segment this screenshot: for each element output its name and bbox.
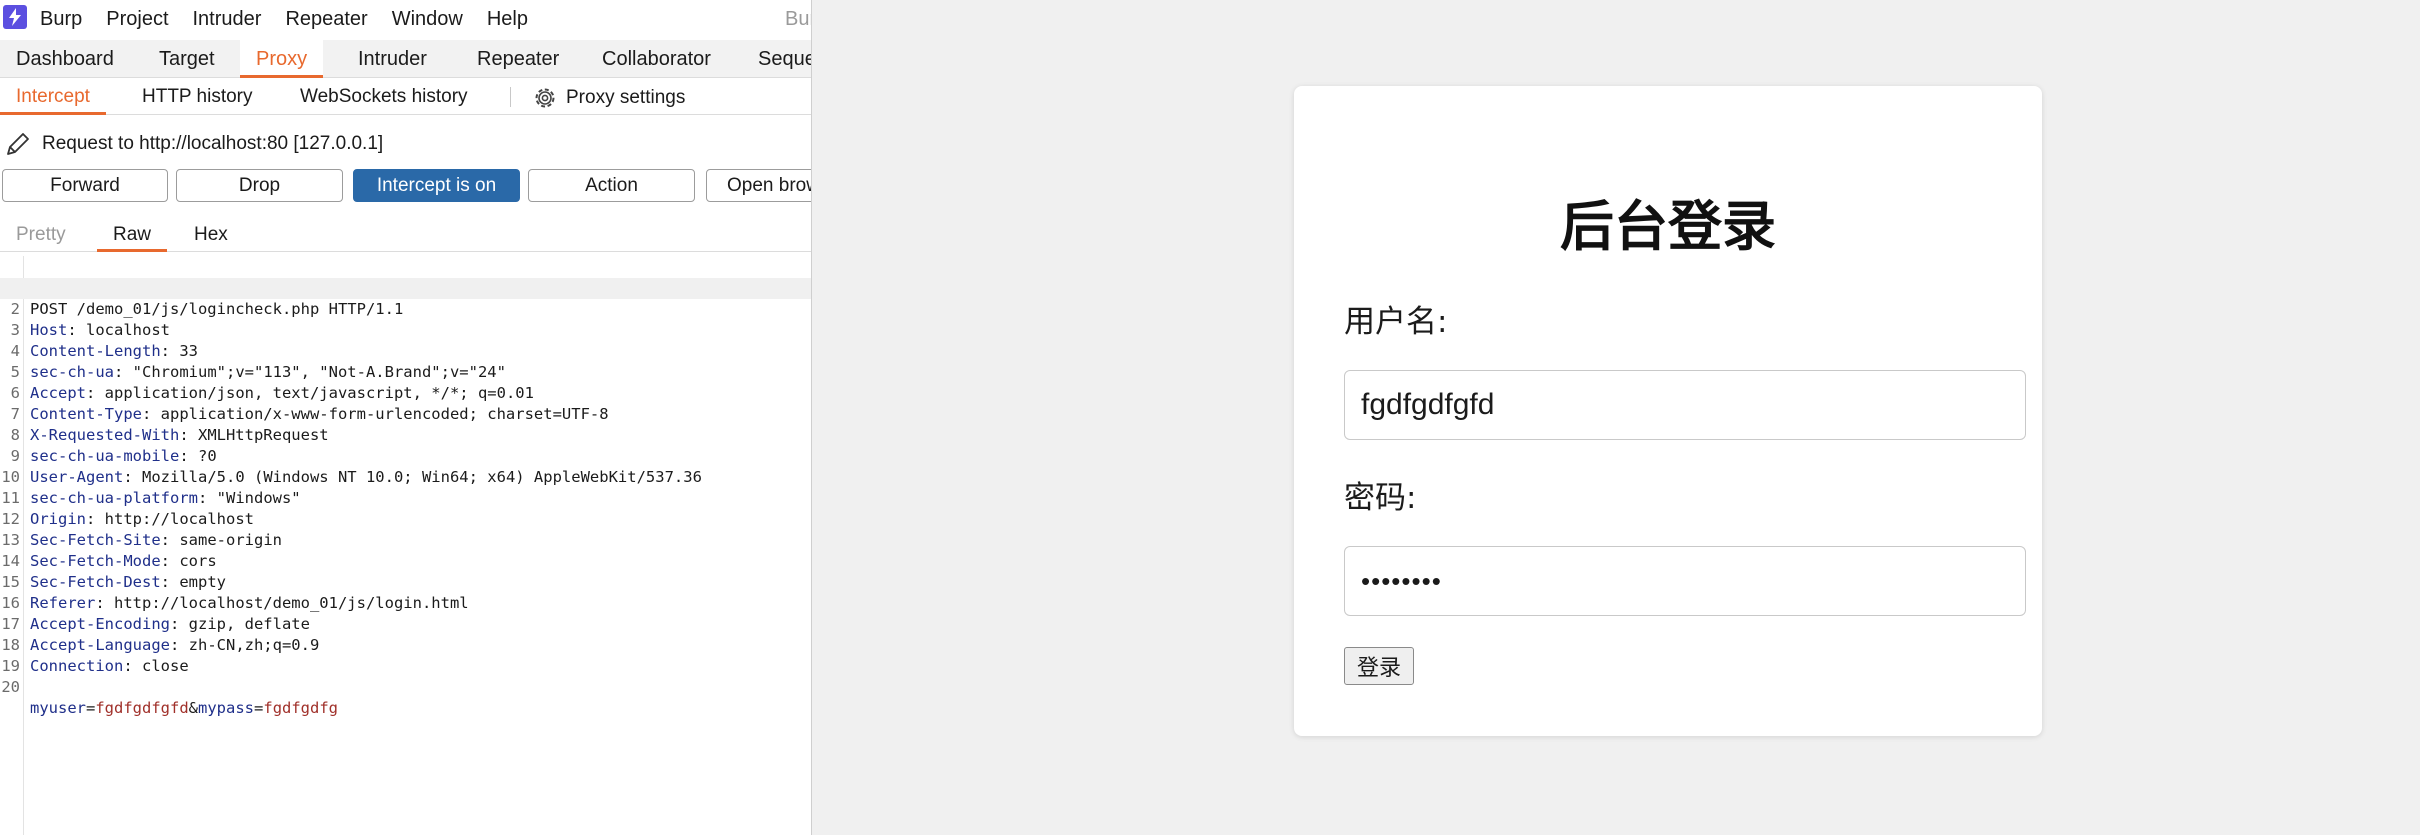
menu-intruder[interactable]: Intruder [193, 8, 262, 31]
menu-project[interactable]: Project [106, 8, 168, 31]
header-line: 17 Accept-Language: zh-CN,zh;q=0.9 [1, 615, 320, 654]
header-line: 18 Connection: close [1, 636, 189, 675]
open-browser-button[interactable]: Open brow [706, 169, 811, 202]
menu-burp[interactable]: Burp [40, 8, 82, 31]
menu-items: Burp Project Intruder Repeater Window He… [40, 0, 552, 38]
username-input[interactable]: fgdfgdfgfd [1344, 370, 2026, 440]
header-line: 4 sec-ch-ua: "Chromium";v="113", "Not-A.… [10, 342, 506, 381]
proxy-settings-label: Proxy settings [566, 87, 686, 108]
message-view-tabs: Pretty Raw Hex [0, 218, 811, 252]
burp-logo-icon [3, 5, 27, 29]
proxy-settings-button[interactable]: Proxy settings [532, 85, 685, 111]
header-line: 13 Sec-Fetch-Mode: cors [1, 531, 217, 570]
subtab-intercept[interactable]: Intercept [0, 79, 106, 115]
header-line: 15 Referer: http://localhost/demo_01/js/… [1, 573, 469, 612]
body-line: 20 myuser=fgdfgdfgfd&mypass=fgdfgdfg [1, 678, 339, 717]
intercept-toggle-button[interactable]: Intercept is on [353, 169, 520, 202]
menu-bar: Burp Project Intruder Repeater Window He… [0, 0, 811, 38]
subtab-websockets-history[interactable]: WebSockets history [284, 79, 484, 115]
header-line: 16 Accept-Encoding: gzip, deflate [1, 594, 310, 633]
header-line: 11 Origin: http://localhost [1, 489, 254, 528]
tab-intruder[interactable]: Intruder [342, 40, 443, 78]
login-card: 后台登录 用户名: fgdfgdfgfd 密码: •••••••• 登录 [1294, 86, 2042, 736]
drop-button[interactable]: Drop [176, 169, 343, 202]
tab-proxy[interactable]: Proxy [240, 40, 324, 78]
tab-target[interactable]: Target [143, 40, 231, 78]
forward-button[interactable]: Forward [2, 169, 168, 202]
tab-dashboard[interactable]: Dashboard [0, 40, 130, 78]
tab-sequencer[interactable]: Seque [742, 40, 811, 78]
pencil-icon [7, 133, 29, 155]
header-line: 14 Sec-Fetch-Dest: empty [1, 552, 226, 591]
header-line: 10 sec-ch-ua-platform: "Windows" [1, 468, 301, 507]
main-tab-bar: Dashboard Target Proxy Intruder Repeater… [0, 40, 811, 78]
header-line: 8 sec-ch-ua-mobile: ?0 [10, 426, 217, 465]
empty-line: 19 [1, 657, 20, 675]
header-line: 7 X-Requested-With: XMLHttpRequest [10, 405, 329, 444]
header-line: 12 Sec-Fetch-Site: same-origin [1, 510, 282, 549]
action-button[interactable]: Action [528, 169, 695, 202]
view-tab-pretty[interactable]: Pretty [0, 218, 82, 252]
header-line: 6 Content-Type: application/x-www-form-u… [10, 384, 609, 423]
login-button[interactable]: 登录 [1344, 647, 1414, 685]
burp-window: Burp Project Intruder Repeater Window He… [0, 0, 812, 835]
menu-window[interactable]: Window [392, 8, 463, 31]
view-tab-raw[interactable]: Raw [97, 218, 168, 252]
window-title: Bur [785, 8, 811, 30]
subtab-http-history[interactable]: HTTP history [126, 79, 269, 115]
tab-repeater[interactable]: Repeater [461, 40, 575, 78]
request-info: Request to http://localhost:80 [127.0.0.… [0, 126, 383, 162]
request-target-label: Request to http://localhost:80 [127.0.0.… [42, 133, 384, 154]
browser-page: 后台登录 用户名: fgdfgdfgfd 密码: •••••••• 登录 [812, 0, 2420, 835]
tab-collaborator[interactable]: Collaborator [586, 40, 727, 78]
username-label: 用户名: [1344, 304, 1448, 340]
header-line: 3 Content-Length: 33 [10, 321, 198, 360]
request-editor[interactable]: 1 POST /demo_01/js/logincheck.php HTTP/1… [0, 256, 811, 835]
header-line: 2 Host: localhost [0, 278, 811, 339]
header-line: 5 Accept: application/json, text/javascr… [10, 363, 534, 402]
menu-repeater[interactable]: Repeater [285, 8, 367, 31]
header-line: 9 User-Agent: Mozilla/5.0 (Windows NT 10… [10, 447, 702, 486]
proxy-sub-tab-bar: Intercept HTTP history WebSockets histor… [0, 79, 811, 115]
view-tab-hex[interactable]: Hex [178, 218, 244, 252]
subtab-divider [510, 87, 511, 107]
login-title: 后台登录 [1560, 195, 1776, 258]
password-label: 密码: [1344, 480, 1417, 516]
request-line: 1 POST /demo_01/js/logincheck.php HTTP/1… [11, 279, 404, 318]
gear-icon [535, 88, 555, 108]
menu-help[interactable]: Help [487, 8, 528, 31]
password-input[interactable]: •••••••• [1344, 546, 2026, 616]
